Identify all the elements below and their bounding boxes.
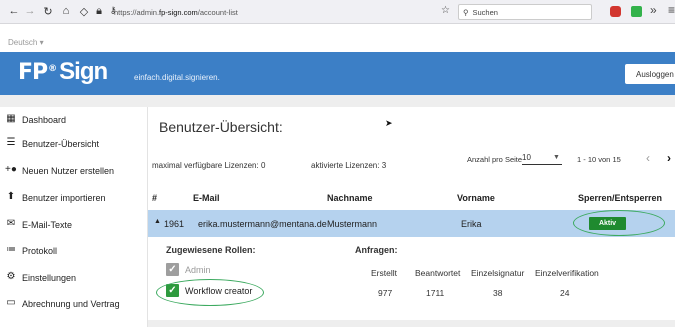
requests-value-answered: 1711 (426, 288, 445, 298)
dashboard-icon: ▦ (6, 113, 16, 124)
overflow-menu-icon[interactable]: » (650, 3, 657, 17)
pagination-range: 1 - 10 von 15 (577, 155, 621, 164)
column-header-id: # (152, 193, 158, 203)
extension-green-icon[interactable] (631, 6, 642, 17)
highlight-annotation (156, 279, 264, 306)
admin-checkbox[interactable]: ✓ (166, 263, 179, 276)
requests-header-single-signature: Einzelsignatur (471, 268, 525, 278)
requests-label: Anfragen: (355, 245, 398, 255)
sidebar-item-label: Abrechnung und Vertrag (22, 299, 120, 309)
extension-ublock-icon[interactable] (610, 6, 621, 17)
app-header: FP® Sign einfach.digital.signieren. Auslo… (0, 52, 675, 95)
card-icon: ▭ (6, 297, 16, 308)
requests-value-single-signature: 38 (493, 288, 503, 298)
search-placeholder: Suchen (472, 7, 498, 17)
url-bar[interactable]: https://admin. fp-sign.com/account-list (114, 4, 444, 20)
shield-icon[interactable]: ◇ (76, 5, 92, 18)
chevron-down-icon[interactable]: ▼ (553, 154, 560, 161)
prev-page-icon[interactable]: ‹ (646, 151, 650, 165)
forward-icon[interactable]: → (22, 5, 38, 17)
reload-icon[interactable]: ↻ (40, 5, 56, 18)
import-icon: ⬆ (6, 191, 16, 202)
logo-sign: Sign (59, 58, 108, 85)
sidebar-item-label: E-Mail-Texte (22, 220, 73, 230)
row-id: 1961 (164, 219, 185, 229)
column-header-lastname[interactable]: Nachname (327, 193, 373, 203)
browser-toolbar: ← → ↻ ⌂ ◇ 🔒︎ ⚷ https://admin. fp-sign.com… (0, 0, 675, 24)
sidebar-item-label: Dashboard (22, 115, 67, 125)
requests-value-single-verification: 24 (560, 288, 570, 298)
column-header-lock-unlock: Sperren/Entsperren (578, 193, 663, 203)
sidebar-item-billing[interactable]: ▭ Abrechnung und Vertrag (6, 294, 120, 314)
row-lastname: Mustermann (327, 219, 378, 229)
search-icon: ⚲ (463, 7, 469, 17)
home-icon[interactable]: ⌂ (58, 5, 74, 17)
sidebar-item-dashboard[interactable]: ▦ Dashboard (6, 110, 67, 130)
language-bar: Deutsch ▾ (0, 24, 675, 52)
collapse-caret-icon[interactable]: ▲ (154, 218, 161, 225)
licenses-active: aktivierte Lizenzen: 3 (311, 161, 387, 170)
main-content: Benutzer-Übersicht: ➤ maximal verfügbare… (148, 107, 675, 327)
page-title: Benutzer-Übersicht: (159, 119, 283, 135)
sidebar-item-email-texts[interactable]: ✉ E-Mail-Texte (7, 215, 73, 235)
bookmark-star-icon[interactable]: ☆ (441, 5, 450, 16)
language-select[interactable]: Deutsch ▾ (8, 38, 44, 47)
sidebar-item-import-users[interactable]: ⬆ Benutzer importieren (7, 188, 106, 208)
sidebar-item-label: Einstellungen (22, 273, 77, 283)
sidebar-item-log[interactable]: ≔ Protokoll (6, 241, 58, 261)
tagline: einfach.digital.signieren. (134, 73, 220, 82)
next-page-icon[interactable]: › (667, 151, 671, 165)
log-icon: ≔ (6, 244, 16, 255)
roles-label: Zugewiesene Rollen: (166, 245, 256, 255)
hamburger-menu-icon[interactable]: ≡ (668, 3, 675, 17)
requests-header-answered: Beantwortet (415, 268, 461, 278)
row-firstname: Erika (461, 219, 482, 229)
role-admin-label: Admin (185, 265, 211, 275)
per-page-value: 10 (522, 153, 531, 162)
url-host: fp-sign.com (159, 7, 198, 17)
divider (0, 95, 675, 107)
column-header-firstname[interactable]: Vorname (457, 193, 495, 203)
requests-header-single-verification: Einzelverifikation (535, 268, 599, 278)
sidebar-item-label: Neuen Nutzer erstellen (22, 166, 115, 176)
table-row[interactable]: ▲ 1961 erika.mustermann@mentana.de Muste… (148, 210, 675, 237)
sidebar-item-label: Benutzer importieren (22, 193, 106, 203)
registered-icon: ® (48, 63, 57, 74)
sidebar: ▦ Dashboard ☰ Benutzer-Übersicht +● Neue… (0, 107, 148, 327)
highlight-annotation (573, 210, 665, 236)
sidebar-item-create-user[interactable]: +● Neuen Nutzer erstellen (5, 161, 115, 181)
requests-header-created: Erstellt (371, 268, 397, 278)
row-email: erika.mustermann@mentana.de (198, 219, 327, 229)
list-icon: ☰ (6, 137, 16, 148)
mouse-cursor-icon: ➤ (385, 118, 393, 128)
divider (148, 320, 675, 327)
add-user-icon: +● (5, 164, 17, 175)
url-path: /account-list (197, 7, 238, 17)
column-header-email[interactable]: E-Mail (193, 193, 220, 203)
sidebar-item-label: Protokoll (22, 246, 58, 256)
language-value: Deutsch (8, 38, 38, 47)
browser-search-input[interactable]: ⚲ Suchen (458, 4, 592, 20)
per-page-label: Anzahl pro Seite (467, 155, 523, 164)
requests-value-created: 977 (378, 288, 393, 298)
back-icon[interactable]: ← (6, 5, 22, 17)
chevron-down-icon: ▾ (39, 38, 44, 47)
sidebar-item-label: Benutzer-Übersicht (22, 139, 100, 149)
url-prefix: https://admin. (114, 7, 160, 17)
mail-icon: ✉ (6, 218, 16, 229)
sidebar-item-settings[interactable]: ⚙ Einstellungen (7, 268, 77, 288)
logout-button[interactable]: Ausloggen (625, 64, 675, 84)
sidebar-item-user-overview[interactable]: ☰ Benutzer-Übersicht (7, 134, 100, 154)
logo-fp: FP (18, 60, 48, 85)
licenses-available: maximal verfügbare Lizenzen: 0 (152, 161, 266, 170)
gear-icon: ⚙ (6, 271, 16, 282)
logo: FP® Sign (18, 58, 108, 86)
